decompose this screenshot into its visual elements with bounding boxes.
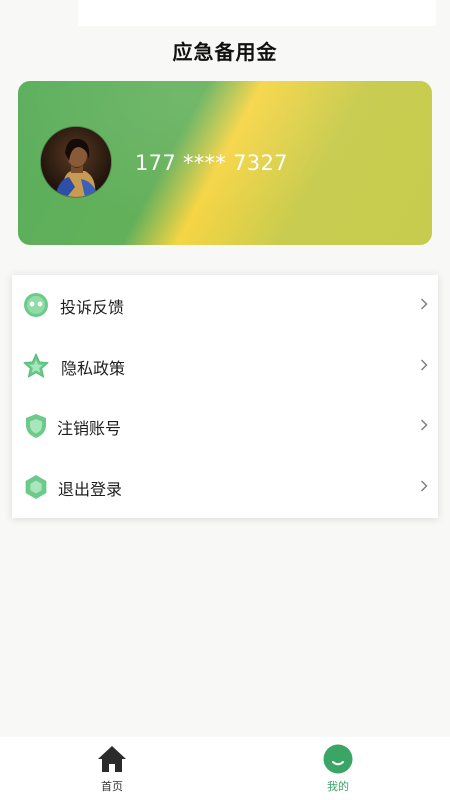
hexagon-icon: [25, 475, 47, 499]
chat-bubble-icon: [24, 293, 48, 317]
menu-item-label: 隐私政策: [61, 359, 126, 378]
menu-item-label: 退出登录: [58, 480, 123, 499]
user-avatar-icon: [41, 127, 111, 197]
star-icon: [23, 353, 49, 378]
menu-item-label: 投诉反馈: [60, 298, 125, 317]
menu-card: 投诉反馈 隐私政策 注销账号 退出登录: [12, 275, 438, 518]
avatar[interactable]: [41, 127, 111, 197]
chevron-right-icon: [421, 298, 428, 310]
nav-mine[interactable]: 我的: [298, 737, 378, 800]
profile-card[interactable]: 177 **** 7327: [18, 81, 432, 245]
menu-item-feedback[interactable]: 投诉反馈: [12, 275, 438, 335]
house-icon: [98, 746, 126, 772]
nav-home[interactable]: 首页: [72, 737, 152, 800]
chevron-right-icon: [421, 359, 428, 371]
nav-home-label: 首页: [101, 780, 123, 793]
chevron-right-icon: [421, 419, 428, 431]
shield-icon: [26, 414, 46, 438]
phone-number: 177 **** 7327: [135, 151, 288, 175]
smile-face-icon: [323, 744, 353, 774]
page-title: 应急备用金: [172, 40, 278, 64]
menu-item-logout[interactable]: 退出登录: [12, 457, 438, 517]
menu-item-privacy-policy[interactable]: 隐私政策: [12, 336, 438, 396]
chevron-right-icon: [421, 480, 428, 492]
menu-item-label: 注销账号: [57, 419, 122, 438]
nav-mine-label: 我的: [327, 780, 349, 793]
bottom-nav: 首页 我的: [0, 737, 450, 800]
top-status-strip: [78, 0, 436, 26]
menu-item-delete-account[interactable]: 注销账号: [12, 396, 438, 456]
